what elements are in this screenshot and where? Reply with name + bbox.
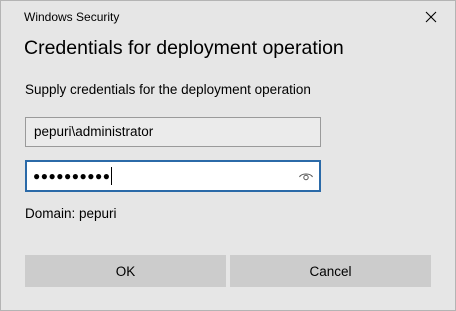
dialog-heading: Credentials for deployment operation bbox=[24, 37, 344, 59]
username-field[interactable]: pepuri\administrator bbox=[25, 117, 321, 147]
password-mask: ●●●●●●●●●● bbox=[33, 169, 111, 183]
password-field[interactable]: ●●●●●●●●●● bbox=[25, 160, 321, 192]
windows-security-dialog: Windows Security Credentials for deploym… bbox=[0, 0, 456, 311]
close-icon bbox=[425, 11, 437, 23]
text-caret bbox=[111, 167, 113, 185]
dialog-subtext: Supply credentials for the deployment op… bbox=[25, 82, 311, 97]
window-title: Windows Security bbox=[24, 10, 120, 24]
cancel-button[interactable]: Cancel bbox=[230, 255, 431, 287]
ok-button[interactable]: OK bbox=[25, 255, 226, 287]
close-button[interactable] bbox=[417, 4, 445, 30]
eye-icon[interactable] bbox=[298, 168, 314, 184]
domain-label: Domain: pepuri bbox=[25, 206, 117, 221]
